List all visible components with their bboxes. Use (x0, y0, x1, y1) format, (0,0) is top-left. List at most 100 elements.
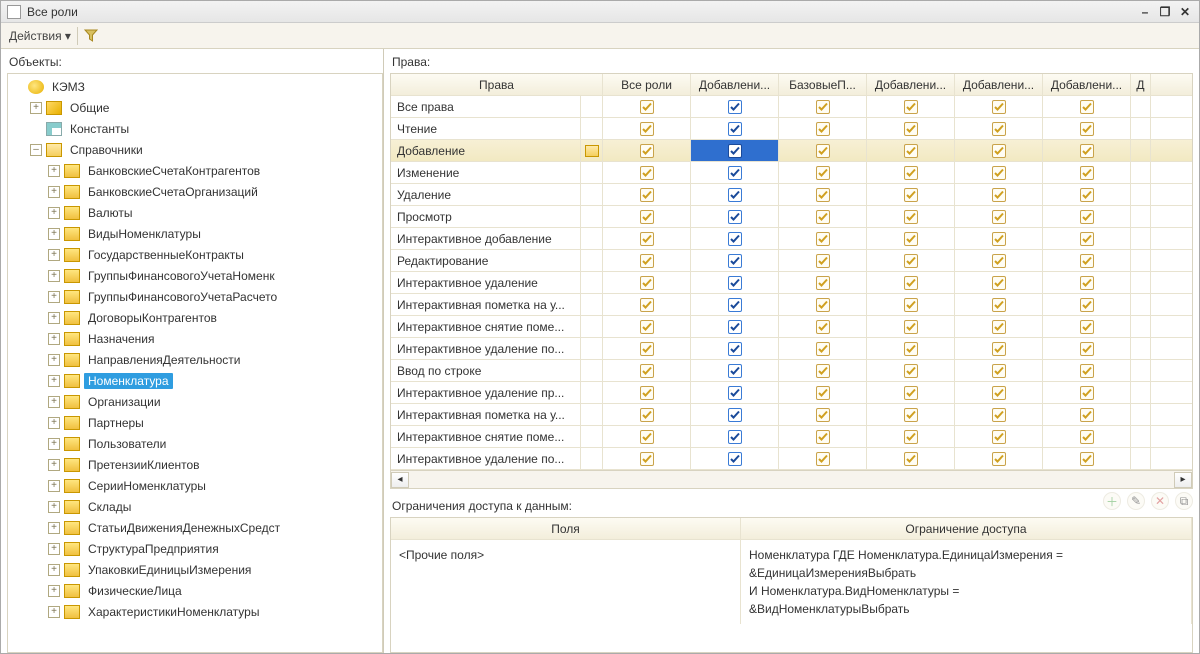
rights-cell[interactable] (955, 250, 1043, 271)
rights-cell[interactable] (779, 250, 867, 271)
objects-tree[interactable]: КЭМЗ+ОбщиеКонстанты–Справочники+Банковск… (7, 73, 383, 653)
checkbox[interactable] (640, 320, 654, 334)
rights-cell[interactable] (1043, 448, 1131, 469)
checkbox[interactable] (816, 122, 830, 136)
rights-cell[interactable] (867, 272, 955, 293)
rights-cell[interactable] (691, 184, 779, 205)
rights-row[interactable]: Интерактивное удаление пр... (391, 382, 1192, 404)
checkbox[interactable] (992, 320, 1006, 334)
checkbox[interactable] (640, 188, 654, 202)
expander-icon[interactable]: + (48, 354, 60, 366)
rights-cell[interactable] (603, 360, 691, 381)
rights-cell[interactable] (867, 162, 955, 183)
checkbox[interactable] (640, 408, 654, 422)
checkbox[interactable] (816, 364, 830, 378)
checkbox[interactable] (1080, 320, 1094, 334)
tree-item-catalogs[interactable]: –Справочники (8, 139, 382, 160)
expander-icon[interactable]: + (48, 249, 60, 261)
expander-icon[interactable]: + (48, 270, 60, 282)
rights-col-header[interactable]: Права (391, 74, 603, 95)
rights-cell[interactable] (955, 360, 1043, 381)
checkbox[interactable] (992, 452, 1006, 466)
tree-item-cat-8[interactable]: +Назначения (8, 328, 382, 349)
tree-item-cat-20[interactable]: +ФизическиеЛица (8, 580, 382, 601)
expander-icon[interactable]: + (48, 186, 60, 198)
tree-item-cat-5[interactable]: +ГруппыФинансовогоУчетаНоменк (8, 265, 382, 286)
tree-item-cat-16[interactable]: +Склады (8, 496, 382, 517)
actions-menu[interactable]: Действия ▾ (9, 29, 71, 43)
add-restriction-icon[interactable]: ＋ (1103, 492, 1121, 510)
checkbox[interactable] (1080, 386, 1094, 400)
rights-row[interactable]: Все права (391, 96, 1192, 118)
expander-icon[interactable]: + (48, 375, 60, 387)
rights-cell[interactable] (691, 96, 779, 117)
rights-cell[interactable] (691, 250, 779, 271)
checkbox[interactable] (728, 342, 742, 356)
rights-cell[interactable] (1131, 228, 1151, 249)
checkbox[interactable] (728, 276, 742, 290)
checkbox[interactable] (816, 166, 830, 180)
checkbox[interactable] (1080, 188, 1094, 202)
rights-cell[interactable] (779, 206, 867, 227)
checkbox[interactable] (992, 364, 1006, 378)
rights-cell[interactable] (779, 294, 867, 315)
checkbox[interactable] (1080, 254, 1094, 268)
checkbox[interactable] (816, 254, 830, 268)
checkbox[interactable] (1080, 342, 1094, 356)
expander-icon[interactable]: + (48, 606, 60, 618)
tree-item-common[interactable]: +Общие (8, 97, 382, 118)
checkbox[interactable] (816, 298, 830, 312)
checkbox[interactable] (728, 188, 742, 202)
rights-cell[interactable] (779, 426, 867, 447)
tree-item-cat-11[interactable]: +Организации (8, 391, 382, 412)
rights-row[interactable]: Ввод по строке (391, 360, 1192, 382)
scroll-left-button[interactable]: ◂ (391, 472, 409, 488)
checkbox[interactable] (1080, 408, 1094, 422)
checkbox[interactable] (640, 342, 654, 356)
rights-cell[interactable] (691, 118, 779, 139)
checkbox[interactable] (1080, 100, 1094, 114)
rights-row[interactable]: Интерактивное удаление (391, 272, 1192, 294)
checkbox[interactable] (640, 144, 654, 158)
rights-cell[interactable] (691, 162, 779, 183)
checkbox[interactable] (728, 254, 742, 268)
rights-cell[interactable] (603, 382, 691, 403)
horizontal-scrollbar[interactable]: ◂ ▸ (390, 471, 1193, 489)
rights-cell[interactable] (603, 162, 691, 183)
checkbox[interactable] (728, 232, 742, 246)
checkbox[interactable] (728, 430, 742, 444)
checkbox[interactable] (904, 254, 918, 268)
rights-row[interactable]: Чтение (391, 118, 1192, 140)
rights-cell[interactable] (1131, 382, 1151, 403)
checkbox[interactable] (728, 386, 742, 400)
checkbox[interactable] (816, 210, 830, 224)
expander-icon[interactable]: + (48, 165, 60, 177)
rights-cell[interactable] (1043, 228, 1131, 249)
rights-cell[interactable] (955, 426, 1043, 447)
rights-cell[interactable] (603, 228, 691, 249)
tree-item-cat-10[interactable]: +Номенклатура (8, 370, 382, 391)
checkbox[interactable] (640, 254, 654, 268)
rights-cell[interactable] (779, 140, 867, 161)
rights-cell[interactable] (1131, 250, 1151, 271)
checkbox[interactable] (904, 232, 918, 246)
minimize-button[interactable]: – (1137, 4, 1153, 20)
checkbox[interactable] (904, 100, 918, 114)
checkbox[interactable] (728, 122, 742, 136)
checkbox[interactable] (1080, 122, 1094, 136)
rights-cell[interactable] (867, 448, 955, 469)
checkbox[interactable] (904, 144, 918, 158)
checkbox[interactable] (816, 342, 830, 356)
expander-icon[interactable]: + (48, 417, 60, 429)
rights-cell[interactable] (867, 206, 955, 227)
tree-item-cat-14[interactable]: +ПретензииКлиентов (8, 454, 382, 475)
checkbox[interactable] (992, 232, 1006, 246)
rights-cell[interactable] (867, 404, 955, 425)
checkbox[interactable] (728, 210, 742, 224)
tree-item-cat-19[interactable]: +УпаковкиЕдиницыИзмерения (8, 559, 382, 580)
rights-cell[interactable] (779, 162, 867, 183)
rights-cell[interactable] (691, 382, 779, 403)
checkbox[interactable] (904, 430, 918, 444)
checkbox[interactable] (816, 188, 830, 202)
checkbox[interactable] (992, 166, 1006, 180)
